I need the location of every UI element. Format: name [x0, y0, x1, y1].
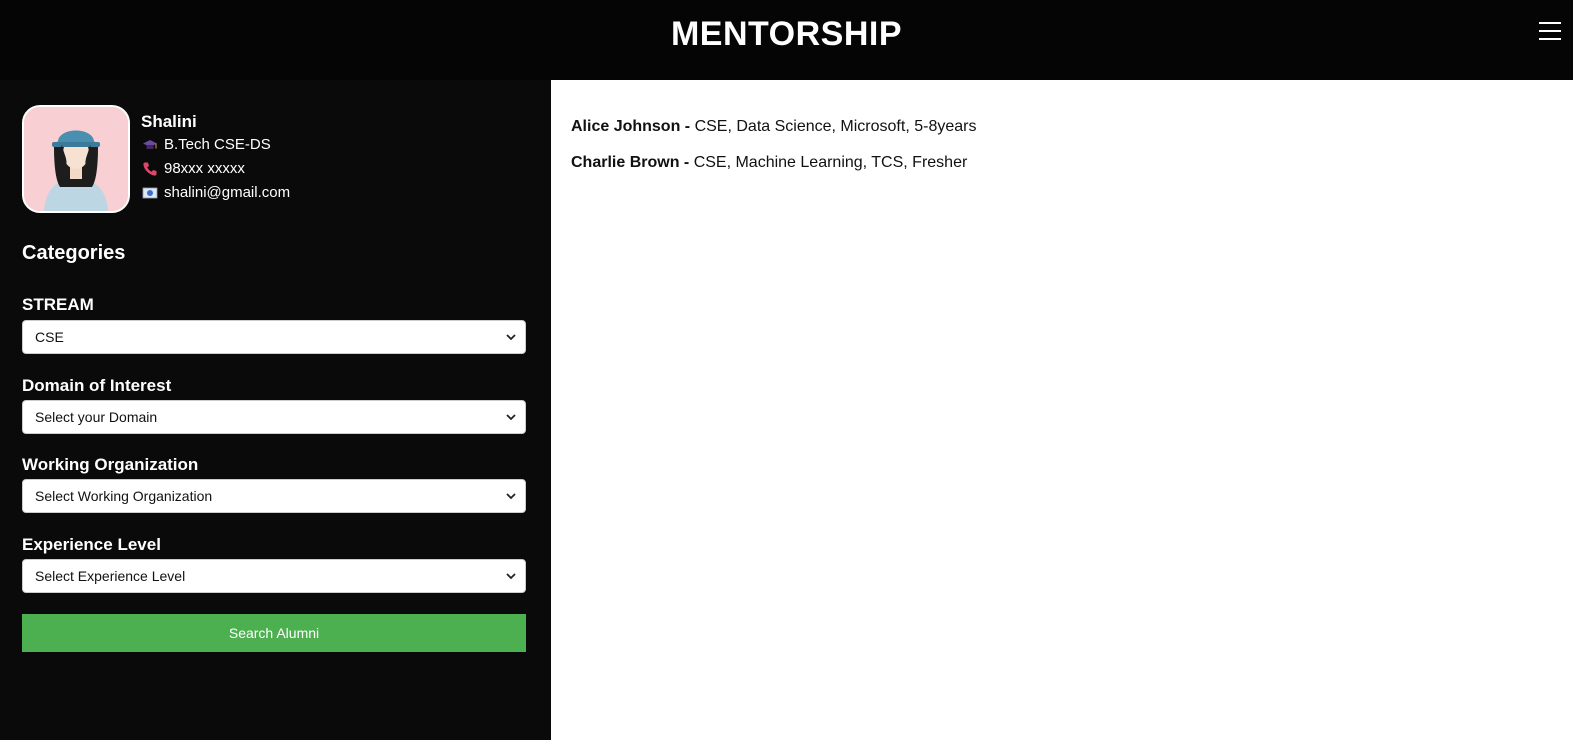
- profile-degree: B.Tech CSE-DS: [164, 136, 271, 153]
- stream-select[interactable]: CSE: [22, 320, 526, 354]
- categories-title: Categories: [22, 242, 126, 264]
- organization-select-value: Select Working Organization: [35, 488, 213, 504]
- domain-select-value: Select your Domain: [35, 409, 158, 425]
- profile-email: shalini@gmail.com: [164, 184, 291, 201]
- profile-name: Shalini: [141, 112, 197, 131]
- profile-degree-row: B.Tech CSE-DS: [142, 136, 271, 153]
- profile-phone: 98xxx xxxxx: [164, 160, 245, 177]
- domain-label: Domain of Interest: [22, 376, 172, 395]
- stream-select-value: CSE: [35, 329, 64, 345]
- experience-label: Experience Level: [22, 535, 161, 554]
- graduation-cap-icon: [142, 137, 158, 153]
- chevron-down-icon: [506, 334, 516, 341]
- app-title: MENTORSHIP: [670, 15, 903, 53]
- chevron-down-icon: [506, 493, 516, 500]
- search-alumni-button[interactable]: Search Alumni: [22, 614, 526, 652]
- avatar: [22, 105, 130, 213]
- profile-phone-row: 98xxx xxxxx: [142, 160, 245, 177]
- phone-icon: [142, 161, 158, 177]
- result-item: Alice Johnson - CSE, Data Science, Micro…: [571, 118, 976, 136]
- organization-label: Working Organization: [22, 455, 199, 474]
- result-details: CSE, Machine Learning, TCS, Fresher: [693, 154, 968, 171]
- profile-email-row: shalini@gmail.com: [142, 184, 290, 201]
- domain-select[interactable]: Select your Domain: [22, 400, 526, 434]
- stream-label: STREAM: [22, 295, 94, 314]
- result-name: Alice Johnson -: [571, 118, 691, 135]
- result-item: Charlie Brown - CSE, Machine Learning, T…: [571, 154, 967, 172]
- chevron-down-icon: [506, 414, 516, 421]
- email-icon: [142, 185, 158, 201]
- experience-select[interactable]: Select Experience Level: [22, 559, 526, 593]
- hamburger-menu-icon[interactable]: [1539, 22, 1561, 44]
- app-header: MENTORSHIP: [0, 0, 1573, 80]
- results-panel: Alice Johnson - CSE, Data Science, Micro…: [551, 80, 1573, 740]
- experience-select-value: Select Experience Level: [35, 568, 186, 584]
- organization-select[interactable]: Select Working Organization: [22, 479, 526, 513]
- result-name: Charlie Brown -: [571, 154, 690, 171]
- chevron-down-icon: [506, 573, 516, 580]
- sidebar: Shalini B.Tech CSE-DS 98xxx xxxxx shalin…: [0, 80, 551, 740]
- result-details: CSE, Data Science, Microsoft, 5-8years: [694, 118, 977, 135]
